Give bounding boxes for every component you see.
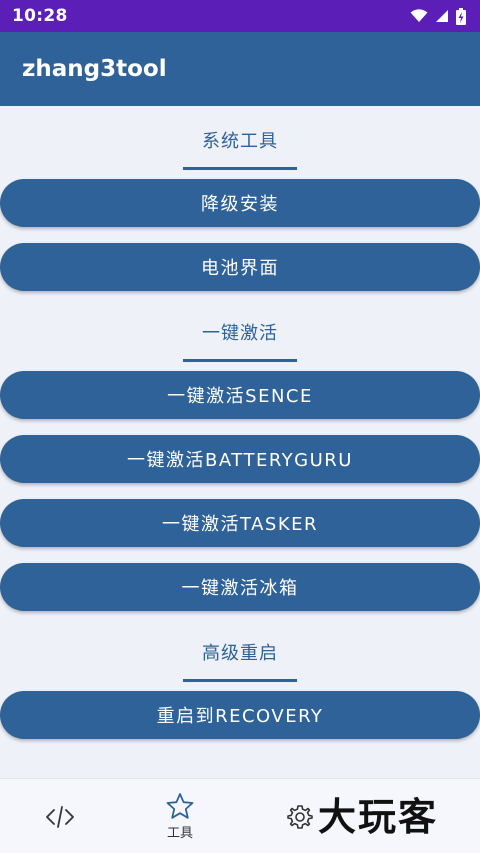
tool-list: 系统工具 降级安装 电池界面 一键激活 一键激活SENCE 一键激活BATTER… bbox=[0, 106, 480, 778]
nav-item-tools[interactable]: 工具 bbox=[140, 779, 220, 853]
nav-item-code[interactable] bbox=[20, 779, 100, 853]
activate-tasker-button[interactable]: 一键激活TASKER bbox=[0, 499, 480, 547]
status-time: 10:28 bbox=[12, 6, 68, 26]
star-icon bbox=[166, 793, 194, 819]
downgrade-install-button[interactable]: 降级安装 bbox=[0, 179, 480, 227]
section-title-system-tools: 系统工具 bbox=[202, 131, 278, 152]
section-divider bbox=[183, 167, 297, 170]
section-divider bbox=[183, 359, 297, 362]
battery-charging-icon bbox=[456, 7, 466, 25]
wifi-icon bbox=[410, 9, 428, 22]
activate-sence-button[interactable]: 一键激活SENCE bbox=[0, 371, 480, 419]
nav-label-tools: 工具 bbox=[166, 826, 193, 841]
section-title-one-click-activate: 一键激活 bbox=[202, 323, 278, 344]
activate-batteryguru-button[interactable]: 一键激活BATTERYGURU bbox=[0, 435, 480, 483]
status-icons bbox=[410, 7, 466, 25]
activate-icebox-button[interactable]: 一键激活冰箱 bbox=[0, 563, 480, 611]
battery-screen-button[interactable]: 电池界面 bbox=[0, 243, 480, 291]
status-bar: 10:28 bbox=[0, 0, 480, 32]
signal-icon bbox=[436, 10, 448, 22]
app-bar: zhang3tool bbox=[0, 32, 480, 106]
watermark-logo: 大玩客 bbox=[318, 794, 439, 839]
app-title: zhang3tool bbox=[22, 56, 167, 82]
section-divider bbox=[183, 679, 297, 682]
code-icon bbox=[46, 805, 74, 828]
reboot-recovery-button[interactable]: 重启到RECOVERY bbox=[0, 691, 480, 739]
section-title-advanced-reboot: 高级重启 bbox=[202, 643, 278, 664]
gear-icon bbox=[287, 804, 313, 829]
